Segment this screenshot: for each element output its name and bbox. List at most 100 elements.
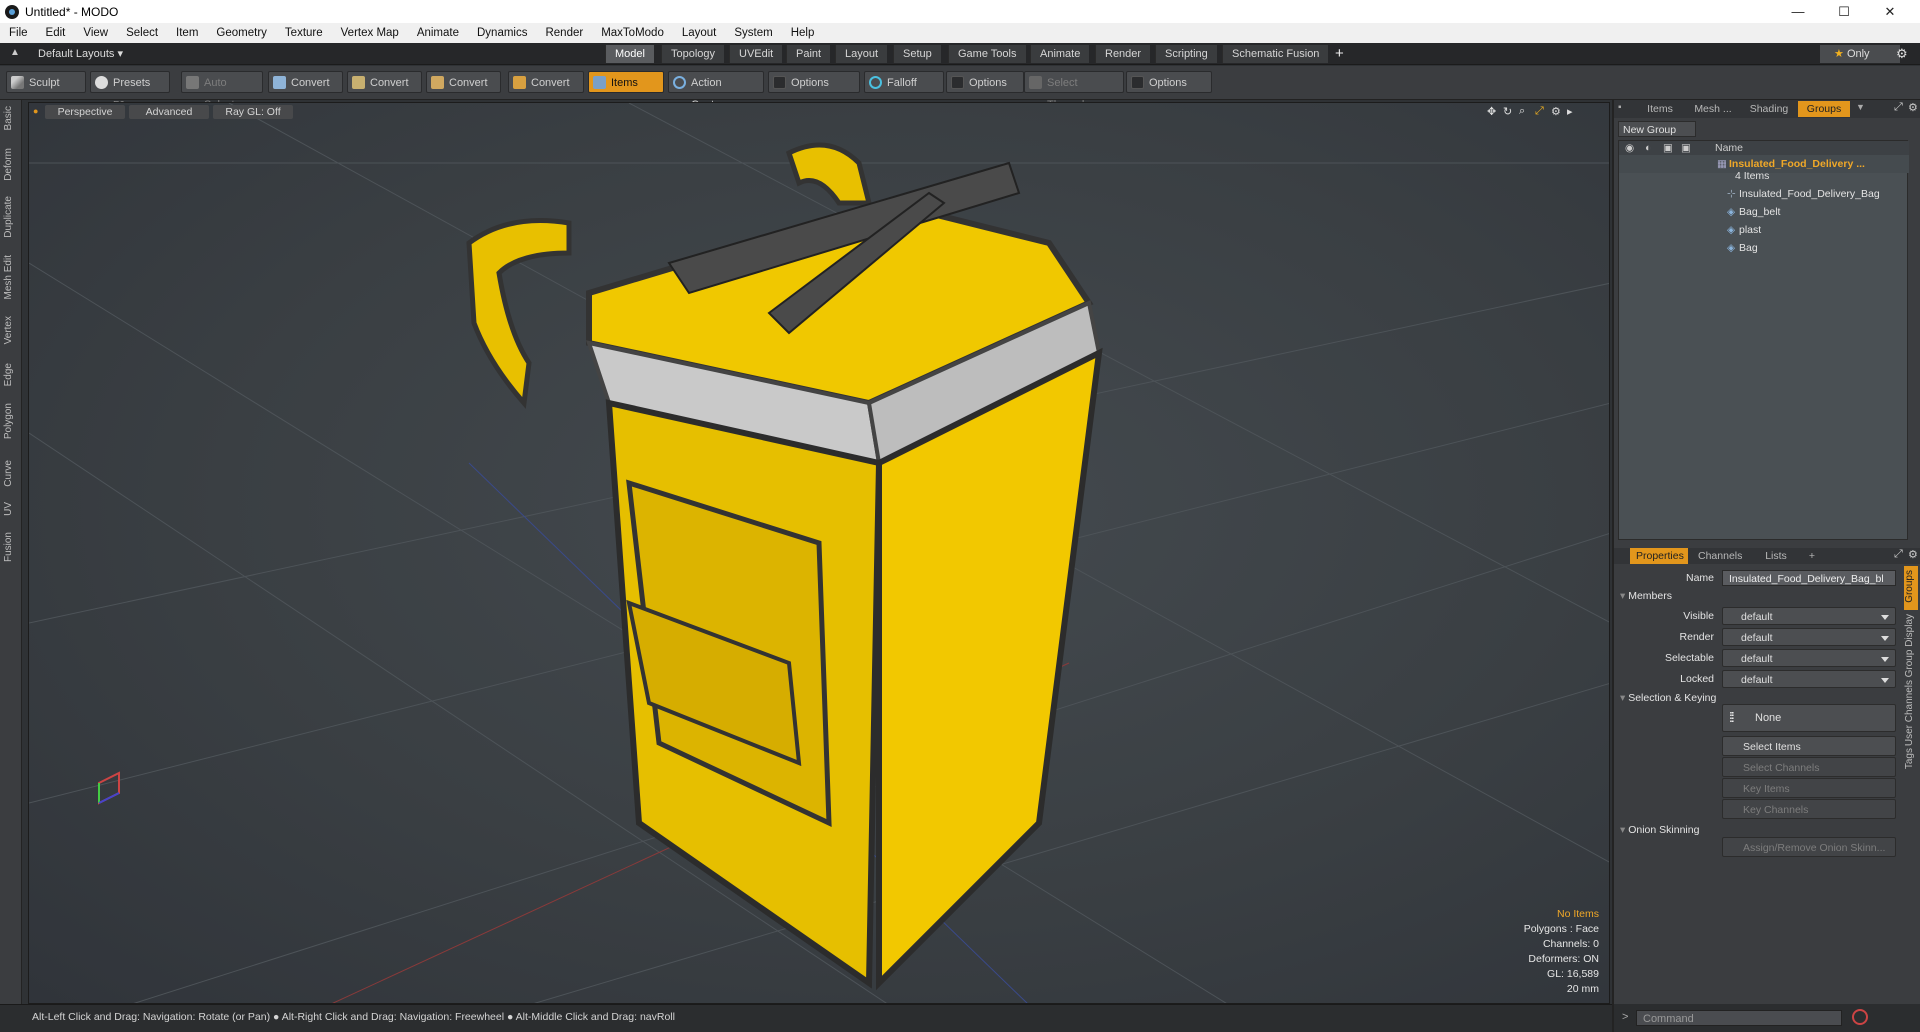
vtab-vertex[interactable]: Vertex — [3, 316, 19, 344]
panel-menu-icon[interactable]: ▪ — [1618, 102, 1622, 113]
render-dropdown[interactable]: default — [1722, 628, 1896, 646]
close-button[interactable]: ✕ — [1867, 0, 1913, 23]
viewport-gear-icon[interactable]: ⚙ — [1551, 105, 1561, 118]
menu-geometry[interactable]: Geometry — [207, 27, 276, 39]
rotate-icon[interactable]: ↻ — [1503, 105, 1512, 118]
tab-schematic-fusion[interactable]: Schematic Fusion — [1222, 45, 1329, 63]
group-name-input[interactable]: Insulated_Food_Delivery_Bag_bl — [1722, 570, 1896, 586]
menu-select[interactable]: Select — [117, 27, 167, 39]
select-through-options-button[interactable]: Options — [1126, 71, 1212, 93]
ray-gl-button[interactable]: Ray GL: Off — [213, 105, 293, 119]
members-section[interactable]: Members — [1620, 590, 1672, 602]
tab-mesh[interactable]: Mesh ... — [1686, 101, 1740, 117]
visible-dropdown[interactable]: default — [1722, 607, 1896, 625]
panel-expand-icon[interactable]: ⤢ — [1894, 101, 1903, 114]
tab-lists[interactable]: Lists — [1752, 548, 1800, 564]
list-item[interactable]: ◈ Bag_belt — [1619, 203, 1909, 221]
menu-edit[interactable]: Edit — [37, 27, 75, 39]
onion-skinning-section[interactable]: Onion Skinning — [1620, 824, 1699, 836]
panel-expand-icon[interactable]: ⤢ — [1894, 548, 1903, 561]
3d-viewport[interactable]: ● Perspective Advanced Ray GL: Off ✥ ↻ ⌕… — [28, 102, 1610, 1004]
convert-button-3[interactable]: Convert — [426, 71, 501, 93]
menu-help[interactable]: Help — [782, 27, 824, 39]
visibility-eye-icon[interactable]: ◉ — [1625, 141, 1634, 155]
key-items-button[interactable]: Key Items — [1722, 778, 1896, 798]
convert-button-2[interactable]: Convert — [347, 71, 422, 93]
auto-select-button[interactable]: Auto Select — [181, 71, 263, 111]
menu-system[interactable]: System — [725, 27, 781, 39]
gear-icon[interactable]: ⚙ — [1896, 46, 1908, 62]
list-item[interactable]: ◈ Bag — [1619, 239, 1909, 257]
tab-items[interactable]: Items — [1636, 101, 1684, 117]
menu-render[interactable]: Render — [536, 27, 592, 39]
vtab-fusion[interactable]: Fusion — [3, 532, 19, 562]
vtab-group-display[interactable]: Group Display — [1904, 614, 1920, 677]
view-type-button[interactable]: Perspective — [45, 105, 125, 119]
add-tab-button[interactable]: + — [1335, 45, 1344, 62]
tab-layout[interactable]: Layout — [835, 45, 888, 63]
only-toggle[interactable]: ★ Only — [1820, 45, 1900, 63]
panel-gear-icon[interactable]: ⚙ — [1908, 101, 1918, 114]
maximize-button[interactable]: ☐ — [1821, 0, 1867, 23]
vtab-duplicate[interactable]: Duplicate — [3, 196, 19, 238]
viewport-menu-icon[interactable]: ● — [33, 106, 38, 116]
falloff-options-button[interactable]: Options — [946, 71, 1024, 93]
tab-scripting[interactable]: Scripting — [1155, 45, 1217, 63]
select-through-button[interactable]: Select Through — [1024, 71, 1124, 111]
menu-view[interactable]: View — [74, 27, 117, 39]
tab-groups[interactable]: Groups — [1798, 101, 1850, 117]
tab-dropdown-icon[interactable]: ▼ — [1856, 102, 1865, 112]
expand-arrow-icon[interactable]: ▸ — [1567, 105, 1573, 118]
items-mode-button[interactable]: Items — [588, 71, 664, 93]
vtab-curve[interactable]: Curve — [3, 460, 19, 487]
list-item[interactable]: ⊹ Insulated_Food_Delivery_Bag — [1619, 185, 1909, 203]
tab-topology[interactable]: Topology — [661, 45, 725, 63]
tab-shading[interactable]: Shading — [1742, 101, 1796, 117]
tab-paint[interactable]: Paint — [786, 45, 831, 63]
lock-icon[interactable]: ▣ — [1663, 141, 1673, 155]
menu-vertex-map[interactable]: Vertex Map — [332, 27, 408, 39]
fit-icon[interactable]: ⤢ — [1535, 105, 1544, 118]
layout-preset-dropdown[interactable]: Default Layouts ▾ — [38, 47, 123, 60]
menu-item[interactable]: Item — [167, 27, 207, 39]
tab-properties[interactable]: Properties — [1630, 548, 1688, 564]
selection-keying-section[interactable]: Selection & Keying — [1620, 692, 1716, 704]
tab-channels[interactable]: Channels — [1692, 548, 1748, 564]
tab-setup[interactable]: Setup — [893, 45, 941, 63]
vtab-basic[interactable]: Basic — [3, 106, 19, 130]
locked-dropdown[interactable]: default — [1722, 670, 1896, 688]
vtab-edge[interactable]: Edge — [3, 363, 19, 386]
falloff-button[interactable]: Falloff — [864, 71, 944, 93]
action-center-options-button[interactable]: Options — [768, 71, 860, 93]
none-button[interactable]: ⁞⁞ None — [1722, 704, 1896, 732]
add-tab-button[interactable]: + — [1802, 548, 1822, 564]
menu-texture[interactable]: Texture — [276, 27, 332, 39]
menu-dynamics[interactable]: Dynamics — [468, 27, 536, 39]
convert-button-4[interactable]: Convert — [508, 71, 584, 93]
select-channels-button[interactable]: Select Channels — [1722, 757, 1896, 777]
list-item[interactable]: ◈ plast — [1619, 221, 1909, 239]
render-icon[interactable]: ◐ — [1645, 141, 1651, 155]
vtab-tags[interactable]: Tags — [1904, 748, 1920, 769]
convert-button-1[interactable]: Convert — [268, 71, 343, 93]
menu-layout[interactable]: Layout — [673, 27, 726, 39]
select-icon[interactable]: ▣ — [1681, 141, 1691, 155]
sculpt-button[interactable]: Sculpt — [6, 71, 86, 93]
presets-button[interactable]: Presets F6 — [90, 71, 170, 111]
menu-animate[interactable]: Animate — [408, 27, 468, 39]
minimize-button[interactable]: — — [1775, 0, 1821, 23]
vtab-groups[interactable]: Groups — [1904, 570, 1920, 603]
pan-icon[interactable]: ✥ — [1487, 105, 1496, 118]
shading-mode-button[interactable]: Advanced — [129, 105, 209, 119]
panel-gear-icon[interactable]: ⚙ — [1908, 548, 1918, 561]
vtab-mesh-edit[interactable]: Mesh Edit — [3, 255, 19, 299]
zoom-icon[interactable]: ⌕ — [1519, 105, 1525, 118]
tab-animate[interactable]: Animate — [1030, 45, 1090, 63]
tab-uvedit[interactable]: UVEdit — [729, 45, 783, 63]
key-channels-button[interactable]: Key Channels — [1722, 799, 1896, 819]
record-icon[interactable] — [1852, 1009, 1868, 1025]
menu-maxtomodo[interactable]: MaxToModo — [592, 27, 673, 39]
vtab-polygon[interactable]: Polygon — [3, 403, 19, 439]
menu-file[interactable]: File — [0, 27, 37, 39]
new-group-button[interactable]: New Group — [1618, 121, 1696, 137]
